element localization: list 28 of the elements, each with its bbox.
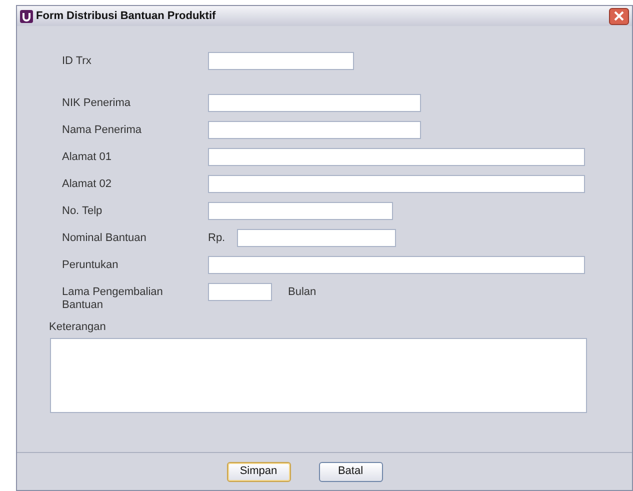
input-field[interactable] xyxy=(237,229,396,247)
input-field[interactable] xyxy=(208,52,354,70)
field-label: Keterangan xyxy=(49,320,107,335)
close-icon xyxy=(614,11,624,21)
input-field[interactable] xyxy=(208,121,421,139)
input-field[interactable] xyxy=(208,175,585,193)
app-icon xyxy=(20,10,33,22)
close-button[interactable] xyxy=(609,8,629,24)
currency-label: Rp. xyxy=(208,230,226,246)
field-label: Nama Penerima xyxy=(62,123,142,137)
input-field[interactable] xyxy=(208,283,272,301)
field-label: No. Telp xyxy=(62,204,104,218)
input-field[interactable] xyxy=(208,202,393,220)
unit-label: Bulan xyxy=(288,284,316,300)
field-label: NIK Penerima xyxy=(62,96,132,110)
dialog-button[interactable]: Simpan xyxy=(226,462,290,482)
notes-textarea[interactable] xyxy=(50,338,587,412)
field-label: ID Trx xyxy=(62,54,92,68)
input-field[interactable] xyxy=(208,256,585,274)
field-label: Alamat 01 xyxy=(62,150,113,164)
input-field[interactable] xyxy=(208,94,421,112)
field-label: Peruntukan xyxy=(62,258,120,272)
dialog-button[interactable]: Batal xyxy=(318,462,382,482)
window-title: Form Distribusi Bantuan Produktif xyxy=(36,8,217,24)
field-label: Nominal Bantuan xyxy=(62,231,148,245)
input-field[interactable] xyxy=(208,148,585,166)
field-label: Lama Pengembalian Bantuan xyxy=(62,285,164,312)
field-label: Alamat 02 xyxy=(62,177,113,191)
